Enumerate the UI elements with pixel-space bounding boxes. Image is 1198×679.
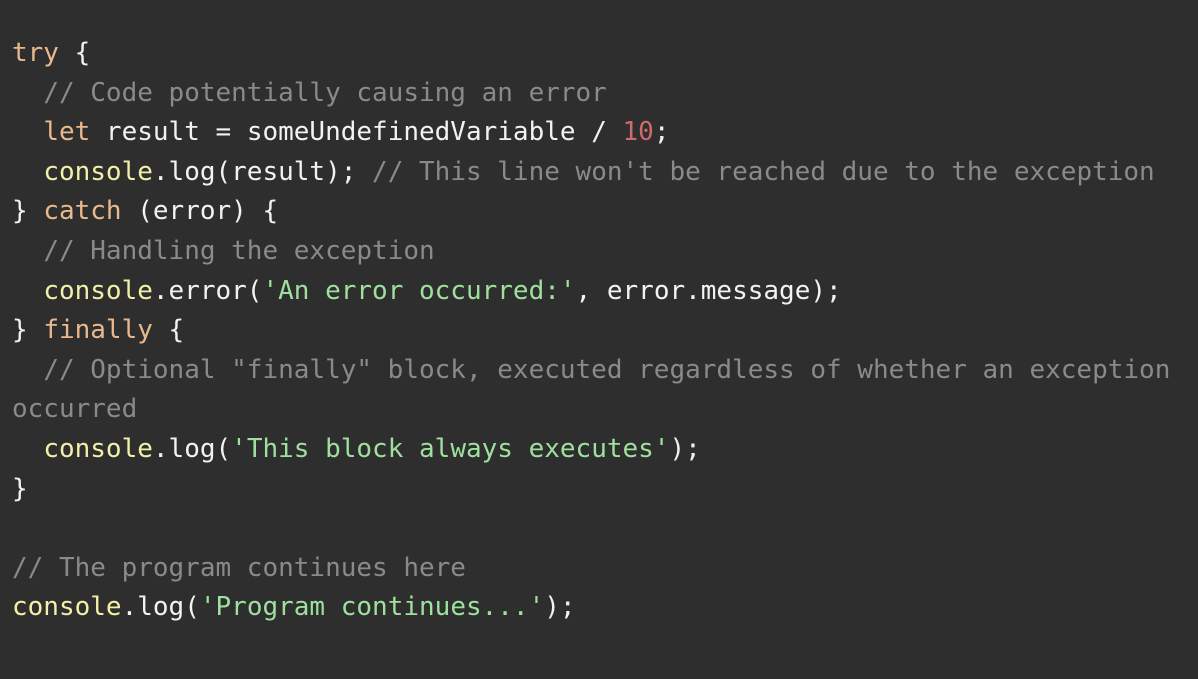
code-token-plain: (error) { (121, 196, 279, 227)
code-token-fn: console (12, 592, 122, 623)
code-line: } catch (error) { (12, 192, 1198, 232)
code-token-plain: ); (669, 433, 701, 464)
code-token-plain: { (152, 315, 185, 346)
code-token-plain: .log( (121, 592, 200, 623)
code-token-str: 'This block always executes' (231, 433, 670, 464)
code-line: } (12, 470, 1198, 510)
code-token-plain: } (12, 315, 44, 346)
code-token-fn: console (43, 275, 153, 306)
code-token-kw: let (43, 117, 91, 148)
code-line: let result = someUndefinedVariable / 10; (12, 113, 1198, 153)
code-line: console.log(result); // This line won't … (12, 153, 1198, 193)
code-token-comment: // This line won't be reached due to the… (372, 156, 1155, 187)
code-token-plain: } (12, 196, 44, 227)
code-token-comment: // Handling the exception (12, 235, 435, 266)
code-line: console.log('This block always executes'… (12, 430, 1198, 470)
code-token-plain: ); (544, 592, 576, 623)
code-token-plain: .log( (152, 433, 232, 464)
code-token-plain: result = someUndefinedVariable / (90, 117, 623, 148)
code-token-fn: console (43, 156, 153, 187)
code-line: // Handling the exception (12, 232, 1198, 272)
code-token-kw: try (12, 38, 59, 68)
code-token-plain: ; (653, 117, 670, 148)
code-token-plain: .log(result); (152, 156, 373, 187)
code-line: // Code potentially causing an error (12, 74, 1198, 114)
code-line: // The program continues here (12, 549, 1198, 589)
code-token-comment: // The program continues here (12, 552, 466, 583)
code-token-plain: { (58, 38, 91, 68)
code-token-plain: } (12, 473, 28, 504)
code-token-comment: // Code potentially causing an error (12, 77, 607, 108)
code-line: try { (12, 34, 1198, 74)
code-token-fn: console (43, 433, 153, 464)
code-token-comment: // Optional "finally" block, executed re… (12, 354, 1187, 425)
code-token-str: 'An error occurred:' (262, 275, 576, 306)
code-token-plain: , error.message); (575, 275, 842, 306)
code-token-kw: catch (43, 196, 122, 227)
code-token-kw: finally (43, 315, 153, 346)
code-token-plain: .error( (152, 275, 263, 306)
code-line: console.log('Program continues...'); (12, 588, 1198, 628)
code-line: // Optional "finally" block, executed re… (12, 351, 1198, 430)
code-line: console.error('An error occurred:', erro… (12, 272, 1198, 312)
code-block[interactable]: try { // Code potentially causing an err… (0, 26, 1198, 679)
code-token-str: 'Program continues...' (199, 592, 545, 623)
code-token-num: 10 (622, 117, 654, 148)
code-line: } finally { (12, 311, 1198, 351)
